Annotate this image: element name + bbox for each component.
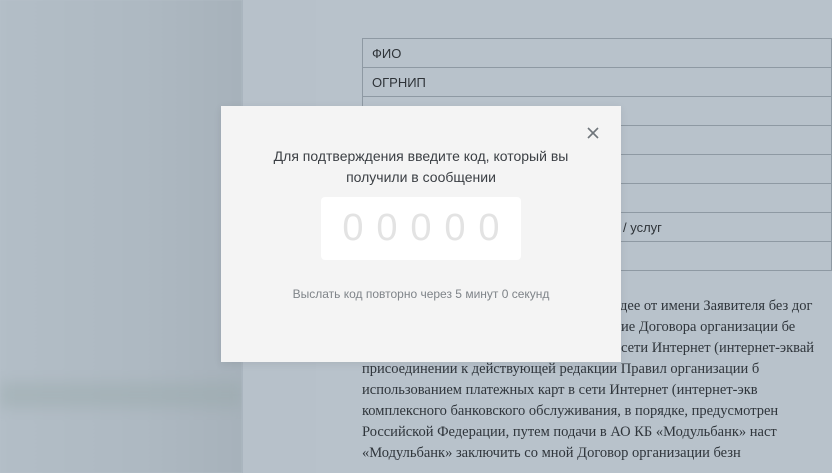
code-input[interactable]: 0 0 0 0 0 [321, 197, 521, 260]
code-digit[interactable]: 0 [444, 207, 466, 250]
blurred-band [0, 382, 242, 408]
doc-line: «Модульбанк» заключить со мной Договор о… [362, 445, 741, 461]
doc-line: комплексного банковского обслуживания, в… [362, 403, 779, 419]
table-row: ОГРНИП [362, 67, 832, 97]
code-digit[interactable]: 0 [478, 207, 500, 250]
doc-line: присоединении к действующей редакции Пра… [362, 361, 760, 377]
doc-line: использованием платежных карт в сети Инт… [362, 382, 758, 398]
doc-line: Российской Федерации, путем подачи в АО … [362, 424, 777, 440]
code-digit[interactable]: 0 [342, 207, 364, 250]
confirmation-modal: Для подтверждения введите код, который в… [221, 106, 621, 362]
table-cell: ФИО [362, 38, 832, 68]
table-row: ФИО [362, 38, 832, 68]
table-cell: ОГРНИП [362, 67, 832, 97]
resend-timer-text: Выслать код повторно через 5 минут 0 сек… [292, 287, 550, 301]
close-icon[interactable] [585, 125, 601, 141]
close-button[interactable] [585, 125, 601, 141]
modal-title: Для подтверждения введите код, который в… [273, 148, 569, 185]
blurred-sidebar [0, 0, 242, 473]
code-digit[interactable]: 0 [376, 207, 398, 250]
code-digit[interactable]: 0 [410, 207, 432, 250]
